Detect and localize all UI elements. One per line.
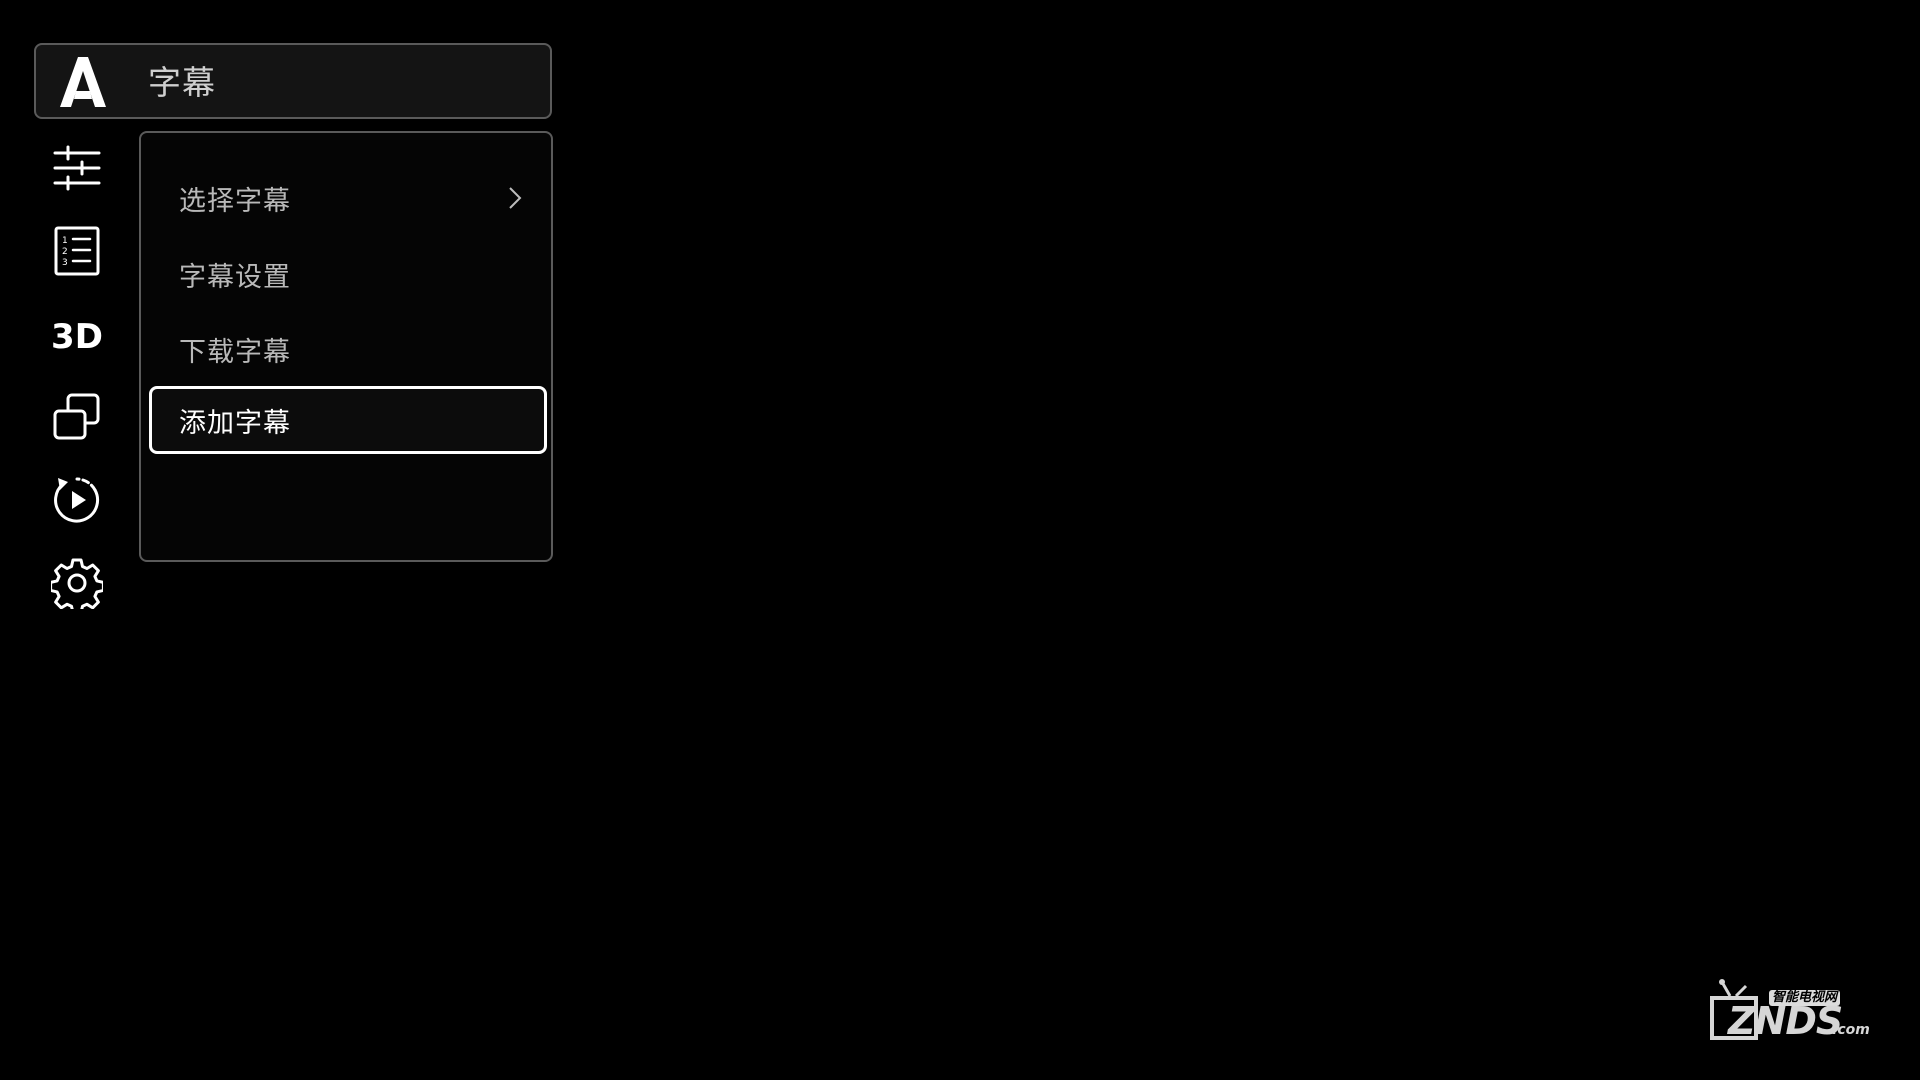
sidebar-item-3d[interactable]: 3D (44, 301, 110, 367)
svg-text:1: 1 (62, 236, 68, 246)
svg-text:2: 2 (62, 247, 68, 257)
subtitle-a-icon (60, 57, 106, 107)
sliders-icon (53, 145, 101, 191)
menu-item-subtitle-settings[interactable]: 字幕设置 (149, 240, 547, 308)
subtitle-menu-header: 字幕 (34, 43, 552, 119)
sidebar-item-settings[interactable] (44, 550, 110, 616)
replay-icon (54, 477, 100, 523)
gear-icon (51, 558, 103, 609)
sidebar-item-window-mode[interactable] (44, 384, 110, 450)
menu-item-label: 下载字幕 (179, 336, 291, 368)
menu-item-download-subtitle[interactable]: 下载字幕 (149, 315, 547, 383)
znds-watermark: 智能电视网 ZNDS .com (1706, 978, 1876, 1050)
svg-text:3: 3 (62, 258, 68, 268)
menu-item-label: 选择字幕 (179, 185, 291, 217)
sidebar-item-picture-adjust[interactable] (44, 135, 110, 201)
menu-item-label: 添加字幕 (179, 407, 291, 439)
menu-item-select-subtitle[interactable]: 选择字幕 (149, 164, 547, 232)
overlap-windows-icon (53, 393, 100, 440)
menu-item-label: 字幕设置 (179, 261, 291, 293)
sidebar-item-playback-mode[interactable] (44, 467, 110, 533)
sidebar-item-playlist[interactable]: 1 2 3 (44, 218, 110, 284)
chevron-right-icon (509, 187, 522, 209)
header-title: 字幕 (148, 63, 216, 102)
watermark-brand: ZNDS (1728, 999, 1843, 1043)
3d-icon: 3D (51, 317, 103, 356)
numbered-list-icon: 1 2 3 (54, 226, 100, 276)
player-screen: 字幕 1 2 3 3D 选择字幕 字幕设置 下载字幕 添加字幕 智能电视网 ZN… (0, 0, 1920, 1080)
subtitle-menu-panel: 选择字幕 字幕设置 下载字幕 添加字幕 (139, 131, 553, 562)
menu-item-add-subtitle[interactable]: 添加字幕 (149, 386, 547, 454)
3d-label: 3D (51, 317, 103, 356)
watermark-domain: .com (1832, 1022, 1870, 1038)
